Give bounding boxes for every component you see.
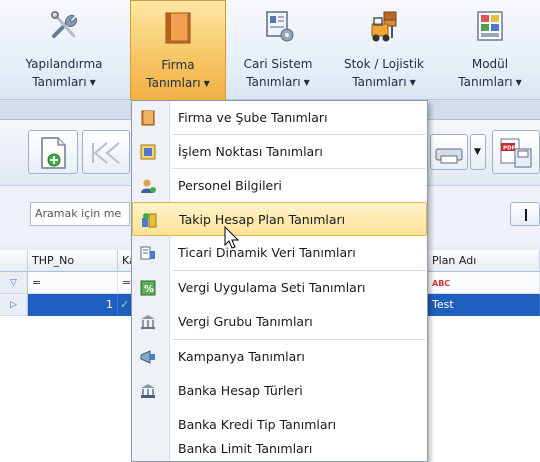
- first-record-button[interactable]: [82, 130, 130, 174]
- ribbon-label: Modül: [471, 57, 509, 71]
- menu-item-label: Takip Hesap Plan Tanımları: [179, 212, 346, 227]
- ribbon-label: Cari Sistem: [243, 57, 313, 71]
- print-button[interactable]: [430, 134, 468, 170]
- menu-item-label: Banka Hesap Türleri: [178, 383, 303, 398]
- module-grid-icon: [477, 11, 503, 41]
- search-input[interactable]: Aramak için me: [30, 202, 130, 226]
- ribbon-modul-button[interactable]: Modül Tanımları ▼: [440, 0, 540, 100]
- filter-icon: ▽: [10, 278, 17, 288]
- bank-icon: [141, 384, 155, 398]
- menu-item-banka-limit[interactable]: Banka Limit Tanımları: [132, 432, 427, 462]
- caret-down-icon: ▼: [409, 78, 416, 87]
- firma-tanimlari-menu: Firma ve Şube Tanımları İşlem Noktası Ta…: [131, 100, 428, 462]
- ribbon-label: Yapılandırma: [25, 57, 103, 71]
- export-pdf-button[interactable]: PDF: [492, 130, 540, 174]
- menu-item-label: Firma ve Şube Tanımları: [178, 110, 328, 125]
- column-header-plan-adi[interactable]: Plan Adı: [428, 250, 540, 272]
- menu-item-vergi-grubu[interactable]: Vergi Grubu Tanımları: [132, 305, 427, 339]
- firm-branch-icon: [141, 110, 155, 126]
- filter-cell-thp-no[interactable]: =: [28, 272, 118, 294]
- menu-item-label: Ticari Dinamik Veri Tanımları: [178, 245, 356, 260]
- ribbon-stok-lojistik-button[interactable]: Stok / Lojistik Tanımları ▼: [330, 0, 438, 100]
- ribbon-label: Tanımları ▼: [352, 75, 416, 89]
- new-document-icon: [41, 137, 66, 169]
- caret-down-icon: ▼: [303, 78, 310, 87]
- account-plan-icon: [142, 213, 157, 228]
- campaign-icon: [140, 350, 155, 364]
- ribbon-label: Tanımları ▼: [458, 75, 522, 89]
- dynamic-data-icon: [140, 246, 155, 260]
- ribbon-label: Tanımları ▼: [32, 75, 96, 89]
- ribbon-cari-sistem-button[interactable]: Cari Sistem Tanımları ▼: [228, 0, 328, 100]
- ribbon: Yapılandırma Tanımları ▼ Firma Tanımları ▼…: [0, 0, 540, 100]
- caret-down-icon: ▼: [89, 78, 96, 87]
- tax-set-icon: %: [140, 280, 156, 296]
- ribbon-firma-button[interactable]: Firma Tanımları ▼: [130, 0, 226, 100]
- text-filter-icon: ABC: [432, 279, 451, 288]
- pdf-export-icon: PDF: [500, 138, 532, 168]
- ribbon-label: Stok / Lojistik: [343, 57, 424, 71]
- grid-corner: [0, 250, 28, 272]
- forklift-icon: [371, 11, 397, 42]
- cell-ka[interactable]: ✓: [118, 294, 132, 316]
- tools-icon: [51, 11, 77, 38]
- menu-item-vergi-uygulama-seti[interactable]: % Vergi Uygulama Seti Tanımları: [132, 271, 427, 305]
- filter-cell-plan-adi[interactable]: ABC: [428, 272, 540, 294]
- transaction-point-icon: [140, 144, 156, 160]
- menu-item-personel-bilgileri[interactable]: Personel Bilgileri: [132, 169, 427, 203]
- tax-group-icon: [141, 315, 155, 329]
- mouse-cursor-icon: [224, 226, 240, 249]
- menu-item-label: Banka Limit Tanımları: [178, 441, 313, 456]
- new-record-button[interactable]: [28, 130, 78, 174]
- menu-item-label: Vergi Uygulama Seti Tanımları: [178, 280, 366, 295]
- ribbon-label: Tanımları ▼: [246, 75, 310, 89]
- menu-item-banka-hesap-turleri[interactable]: Banka Hesap Türleri: [132, 374, 427, 408]
- svg-text:%: %: [144, 284, 154, 295]
- column-header-thp-no[interactable]: THP_No: [28, 250, 118, 272]
- menu-item-ticari-dinamik-veri[interactable]: Ticari Dinamik Veri Tanımları: [132, 236, 427, 270]
- column-header-ka[interactable]: Ka: [118, 250, 132, 272]
- search-button-glyph: [525, 209, 527, 221]
- row-indicator: ▷: [0, 294, 28, 316]
- menu-item-label: Vergi Grubu Tanımları: [178, 314, 313, 329]
- caret-down-icon: ▼: [203, 79, 210, 88]
- personnel-icon: [141, 179, 156, 193]
- ribbon-label: Tanımları ▼: [146, 76, 210, 90]
- cari-system-icon: [266, 11, 294, 42]
- menu-item-takip-hesap-plan[interactable]: Takip Hesap Plan Tanımları: [132, 202, 427, 236]
- ribbon-yapilandirma-button[interactable]: Yapılandırma Tanımları ▼: [0, 0, 128, 100]
- caret-down-icon: ▼: [515, 78, 522, 87]
- menu-item-kampanya[interactable]: Kampanya Tanımları: [132, 340, 427, 374]
- printer-icon: [435, 148, 463, 164]
- filter-row-indicator: ▽: [0, 272, 28, 294]
- caret-down-icon: ▼: [474, 147, 481, 157]
- search-button[interactable]: [510, 202, 540, 226]
- ribbon-label: Firma: [161, 58, 195, 72]
- menu-item-firma-ve-sube[interactable]: Firma ve Şube Tanımları: [132, 101, 427, 135]
- menu-item-label: Kampanya Tanımları: [178, 349, 305, 364]
- filter-cell-ka[interactable]: =: [118, 272, 132, 294]
- menu-item-label: Personel Bilgileri: [178, 178, 282, 193]
- first-record-icon: [92, 142, 120, 164]
- cell-plan-adi[interactable]: Test: [428, 294, 540, 316]
- menu-item-islem-noktasi[interactable]: İşlem Noktası Tanımları: [132, 135, 427, 169]
- svg-text:PDF: PDF: [503, 146, 516, 152]
- cell-thp-no[interactable]: 1: [28, 294, 118, 316]
- print-options-button[interactable]: ▼: [470, 134, 486, 170]
- menu-item-label: İşlem Noktası Tanımları: [178, 144, 323, 159]
- firm-folder-icon: [165, 12, 191, 44]
- check-icon: ✓: [120, 298, 130, 311]
- row-pointer-icon: ▷: [10, 300, 17, 310]
